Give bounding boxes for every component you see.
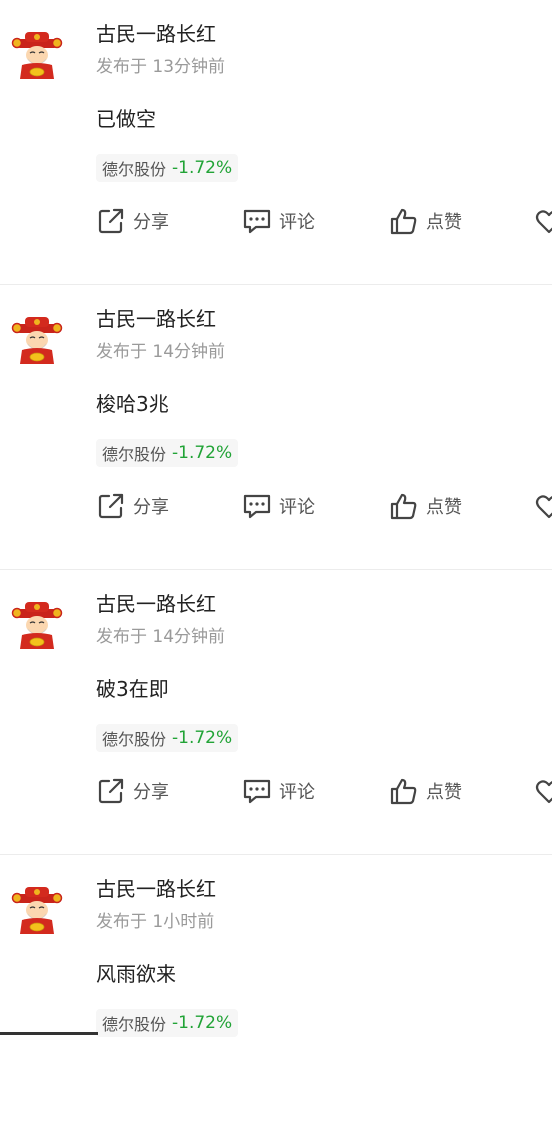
stock-tag[interactable]: 德尔股份 -1.72% (96, 154, 239, 182)
username[interactable]: 古民一路长红 (96, 20, 216, 48)
post-feed: 古民一路长红 发布于 13分钟前 已做空 德尔股份 -1.72% 分享 评论 点… (0, 0, 552, 1037)
like-label: 点赞 (426, 782, 462, 803)
user-avatar[interactable] (10, 598, 64, 652)
comment-button[interactable]: 评论 (242, 204, 315, 238)
post-content[interactable]: 破3在即 (96, 674, 169, 704)
stock-change: -1.72% (172, 728, 233, 748)
like-button[interactable]: 点赞 (389, 204, 462, 238)
share-button[interactable]: 分享 (96, 204, 169, 238)
like-button[interactable]: 点赞 (389, 774, 462, 808)
post-time: 发布于 14分钟前 (96, 627, 226, 647)
user-avatar[interactable] (10, 313, 64, 367)
thumbs-up-icon (390, 778, 417, 805)
comment-button[interactable]: 评论 (242, 489, 315, 523)
favorite-button[interactable] (534, 204, 552, 238)
share-label: 分享 (133, 782, 169, 803)
stock-name: 德尔股份 (102, 1015, 167, 1034)
share-button[interactable]: 分享 (96, 489, 169, 523)
post-content[interactable]: 已做空 (96, 104, 156, 134)
stock-tag[interactable]: 德尔股份 -1.72% (96, 1009, 239, 1037)
post-card: 古民一路长红 发布于 14分钟前 破3在即 德尔股份 -1.72% 分享 评论 (0, 570, 552, 855)
share-icon (98, 778, 124, 804)
heart-icon (535, 495, 552, 519)
comment-icon (243, 779, 271, 804)
post-card: 古民一路长红 发布于 14分钟前 梭哈3兆 德尔股份 -1.72% 分享 评论 (0, 285, 552, 570)
comment-label: 评论 (279, 497, 315, 518)
share-label: 分享 (133, 212, 169, 233)
stock-change: -1.72% (172, 158, 233, 178)
like-label: 点赞 (426, 497, 462, 518)
stock-change: -1.72% (172, 1013, 233, 1033)
post-time: 发布于 1小时前 (96, 912, 215, 932)
stock-change: -1.72% (172, 443, 233, 463)
share-label: 分享 (133, 497, 169, 518)
comment-label: 评论 (279, 782, 315, 803)
stock-tag[interactable]: 德尔股份 -1.72% (96, 439, 239, 467)
heart-icon (535, 780, 552, 804)
comment-label: 评论 (279, 212, 315, 233)
thumbs-up-icon (390, 208, 417, 235)
post-content[interactable]: 风雨欲来 (96, 959, 176, 989)
favorite-button[interactable] (534, 774, 552, 808)
share-icon (98, 208, 124, 234)
comment-icon (243, 494, 271, 519)
post-time: 发布于 14分钟前 (96, 342, 226, 362)
username[interactable]: 古民一路长红 (96, 305, 216, 333)
post-card: 古民一路长红 发布于 1小时前 风雨欲来 德尔股份 -1.72% (0, 855, 552, 1140)
post-card: 古民一路长红 发布于 13分钟前 已做空 德尔股份 -1.72% 分享 评论 点… (0, 0, 552, 285)
post-time: 发布于 13分钟前 (96, 57, 226, 77)
share-icon (98, 493, 124, 519)
like-button[interactable]: 点赞 (389, 489, 462, 523)
comment-button[interactable]: 评论 (242, 774, 315, 808)
favorite-button[interactable] (534, 489, 552, 523)
share-button[interactable]: 分享 (96, 774, 169, 808)
stock-name: 德尔股份 (102, 730, 167, 749)
comment-icon (243, 209, 271, 234)
stock-name: 德尔股份 (102, 160, 167, 179)
user-avatar[interactable] (10, 883, 64, 937)
post-content[interactable]: 梭哈3兆 (96, 389, 169, 419)
like-label: 点赞 (426, 212, 462, 233)
username[interactable]: 古民一路长红 (96, 875, 216, 903)
stock-name: 德尔股份 (102, 445, 167, 464)
username[interactable]: 古民一路长红 (96, 590, 216, 618)
heart-icon (535, 210, 552, 234)
user-avatar[interactable] (10, 28, 64, 82)
thumbs-up-icon (390, 493, 417, 520)
stock-tag[interactable]: 德尔股份 -1.72% (96, 724, 239, 752)
